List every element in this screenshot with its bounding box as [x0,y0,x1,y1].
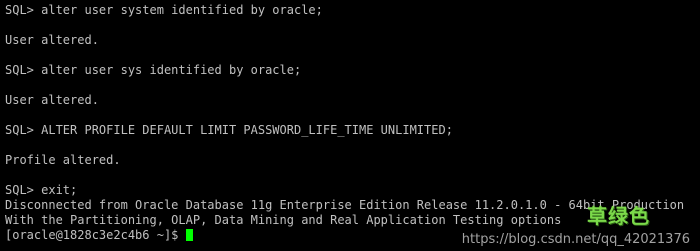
shell-prompt: [oracle@1828c3e2c4b6 ~]$ [5,228,186,242]
terminal-line: User altered. [5,33,99,47]
terminal-line: SQL> ALTER PROFILE DEFAULT LIMIT PASSWOR… [5,123,453,137]
terminal-line: SQL> alter user sys identified by oracle… [5,63,302,77]
prompt-line[interactable]: [oracle@1828c3e2c4b6 ~]$ [5,228,695,243]
terminal-line: SQL> exit; [5,183,78,197]
terminal-line: Profile altered. [5,153,121,167]
terminal-line: Disconnected from Oracle Database 11g En… [5,198,685,212]
terminal-window[interactable]: SQL> alter user system identified by ora… [0,0,700,251]
terminal-line: SQL> alter user system identified by ora… [5,3,323,17]
text-cursor [185,229,193,241]
terminal-line: With the Partitioning, OLAP, Data Mining… [5,213,562,227]
terminal-line: User altered. [5,93,99,107]
